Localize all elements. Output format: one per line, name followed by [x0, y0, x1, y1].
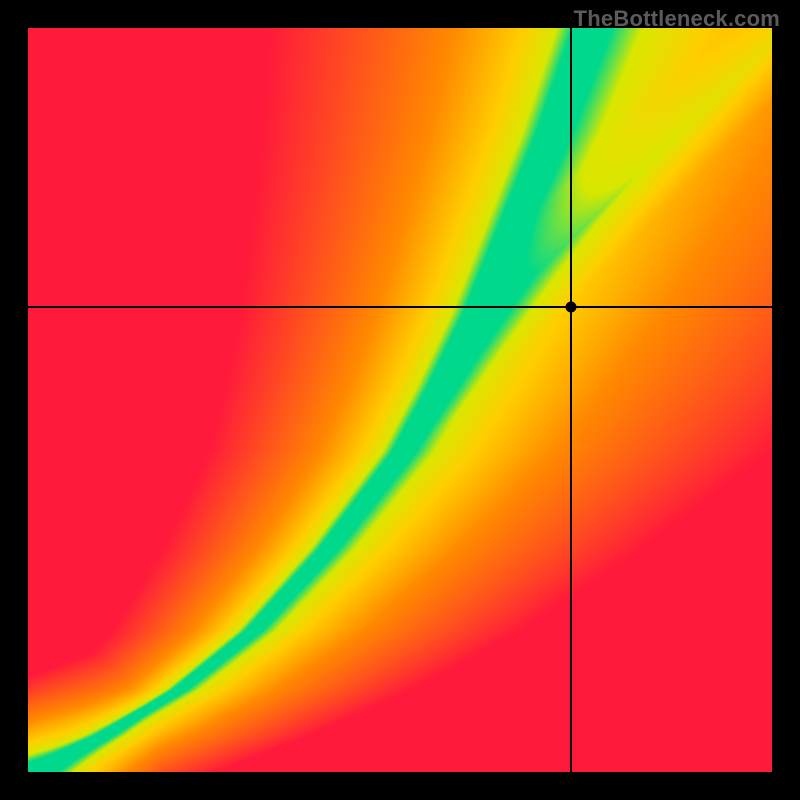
crosshair-horizontal [28, 306, 772, 308]
heatmap-canvas [28, 28, 772, 772]
selection-marker [566, 302, 577, 313]
crosshair-vertical [570, 28, 572, 772]
watermark-text: TheBottleneck.com [574, 6, 780, 32]
chart-container: TheBottleneck.com [0, 0, 800, 800]
plot-area [28, 28, 772, 772]
